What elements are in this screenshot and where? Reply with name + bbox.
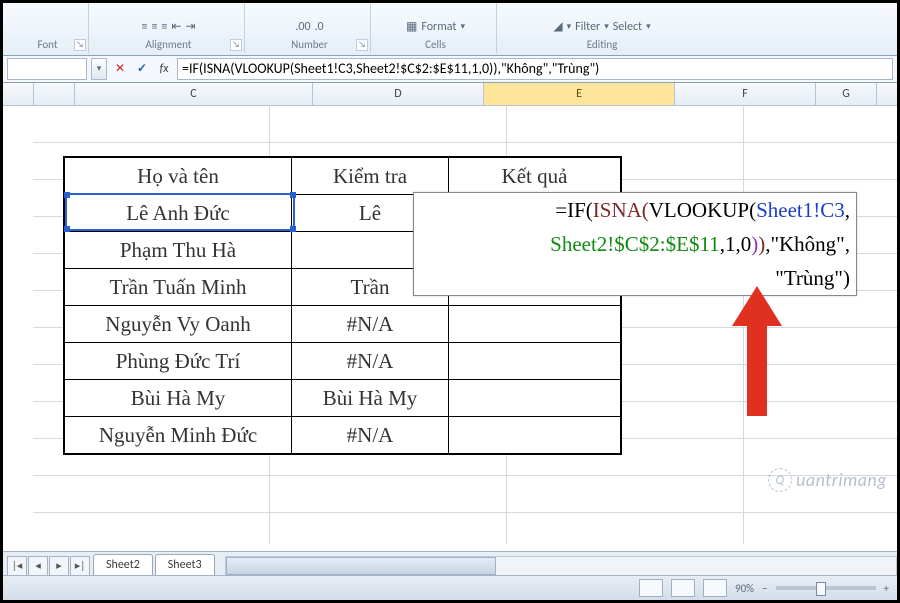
formula-text: ,1,0: [720, 232, 752, 256]
ribbon-group-alignment: ≡ ≡ ≡ ⇤ ⇥ Alignment ↘: [95, 3, 245, 53]
cell[interactable]: #N/A: [292, 306, 449, 343]
formula-text: ,"Không",: [765, 232, 850, 256]
chevron-down-icon[interactable]: ▾: [460, 19, 465, 34]
formula-text: ,: [845, 198, 850, 222]
col-hdr-f[interactable]: F: [675, 83, 816, 105]
cell-editing-overlay[interactable]: =IF(ISNA(VLOOKUP(Sheet1!C3, Sheet2!$C$2:…: [413, 192, 857, 296]
cell[interactable]: #N/A: [292, 343, 449, 380]
ribbon-group-number: .00 .0 Number ↘: [251, 3, 371, 53]
ribbon: Font ↘ ≡ ≡ ≡ ⇤ ⇥ Alignment ↘ .00 .0 Numb…: [3, 3, 897, 56]
group-label: Alignment: [103, 38, 234, 53]
cell[interactable]: Trần Tuấn Minh: [64, 269, 292, 306]
group-label: Editing: [511, 38, 693, 53]
ribbon-group-font: Font ↘: [9, 3, 89, 53]
clear-icon[interactable]: ◢: [553, 19, 562, 34]
filter-menu[interactable]: Filter: [575, 19, 600, 34]
formula-text: ): [843, 266, 850, 290]
formula-text: VLOOKUP(: [649, 198, 756, 222]
group-label: Number: [259, 38, 360, 53]
col-hdr-c[interactable]: C: [75, 83, 313, 105]
group-label: Cells: [385, 38, 486, 53]
tab-nav-first[interactable]: |◂: [7, 556, 27, 576]
formula-bar: ▾ ✕ ✓ fx =IF(ISNA(VLOOKUP(Sheet1!C3,Shee…: [3, 56, 897, 83]
cancel-icon[interactable]: ✕: [111, 60, 129, 78]
tab-nav-prev[interactable]: ◂: [28, 556, 48, 576]
tab-nav-last[interactable]: ▸|: [70, 556, 90, 576]
select-all-button[interactable]: [3, 83, 34, 105]
indent-left-icon[interactable]: ⇤: [171, 19, 181, 34]
formula-text: Sheet1!C3: [756, 198, 845, 222]
name-box[interactable]: [7, 58, 87, 80]
spreadsheet-grid[interactable]: Họ và tên Kiểm tra Kết quả Lê Anh Đức Lê…: [3, 106, 897, 544]
ribbon-group-cells: ▦ Format ▾ Cells: [377, 3, 497, 53]
enter-icon[interactable]: ✓: [133, 60, 151, 78]
table-header-row: Họ và tên Kiểm tra Kết quả: [64, 157, 621, 195]
cell[interactable]: Nguyễn Minh Đức: [64, 417, 292, 455]
cell[interactable]: [449, 306, 622, 343]
zoom-slider[interactable]: [776, 586, 876, 590]
align-center-icon[interactable]: ≡: [151, 19, 157, 34]
formula-text: ISNA(: [593, 198, 649, 222]
col-hdr-e[interactable]: E: [484, 83, 675, 105]
column-headers: C D E F G: [3, 83, 897, 106]
page-layout-view-button[interactable]: [671, 579, 695, 597]
sheet-tab[interactable]: Sheet2: [93, 554, 153, 577]
format-menu[interactable]: Format: [421, 19, 456, 34]
cell[interactable]: Bùi Hà My: [64, 380, 292, 417]
fx-icon[interactable]: fx: [155, 60, 173, 78]
cell[interactable]: [449, 380, 622, 417]
select-menu[interactable]: Select: [613, 19, 642, 34]
dialog-launcher-icon[interactable]: ↘: [230, 39, 242, 51]
chevron-down-icon[interactable]: ▾: [567, 19, 572, 34]
status-bar: 90% − +: [3, 575, 897, 600]
table-row: Phùng Đức Trí #N/A: [64, 343, 621, 380]
table-row: Nguyễn Vy Oanh #N/A: [64, 306, 621, 343]
cell[interactable]: Lê Anh Đức: [64, 195, 292, 232]
horizontal-scrollbar[interactable]: [225, 556, 897, 576]
normal-view-button[interactable]: [639, 579, 663, 597]
header-D[interactable]: Kiểm tra: [292, 157, 449, 195]
name-box-dropdown[interactable]: ▾: [91, 58, 107, 80]
decimal-dec-icon[interactable]: .0: [315, 20, 324, 34]
cell[interactable]: Bùi Hà My: [292, 380, 449, 417]
cell[interactable]: Phùng Đức Trí: [64, 343, 292, 380]
indent-right-icon[interactable]: ⇥: [185, 19, 195, 34]
zoom-out-button[interactable]: −: [762, 582, 767, 595]
table-row: Nguyễn Minh Đức #N/A: [64, 417, 621, 455]
header-E[interactable]: Kết quả: [449, 157, 622, 195]
align-right-icon[interactable]: ≡: [161, 19, 167, 34]
zoom-label: 90%: [735, 582, 754, 595]
format-icon[interactable]: ▦: [406, 19, 417, 34]
col-hdr-g[interactable]: G: [816, 83, 877, 105]
sheet-tab-bar: |◂ ◂ ▸ ▸| Sheet2 Sheet3: [3, 551, 897, 576]
cell[interactable]: Nguyễn Vy Oanh: [64, 306, 292, 343]
col-hdr-d[interactable]: D: [313, 83, 484, 105]
decimal-inc-icon[interactable]: .00: [295, 20, 310, 34]
dialog-launcher-icon[interactable]: ↘: [356, 39, 368, 51]
chevron-down-icon[interactable]: ▾: [604, 19, 609, 34]
dialog-launcher-icon[interactable]: ↘: [74, 39, 86, 51]
col-hdr-b[interactable]: [34, 83, 75, 105]
tab-nav-next[interactable]: ▸: [49, 556, 69, 576]
align-left-icon[interactable]: ≡: [141, 19, 147, 34]
table-row: Bùi Hà My Bùi Hà My: [64, 380, 621, 417]
group-label: Font: [17, 38, 78, 53]
ribbon-group-editing: ◢▾ Filter▾ Select▾ Editing: [503, 3, 703, 53]
cell[interactable]: [449, 417, 622, 455]
formula-text: =IF(: [555, 198, 593, 222]
sheet-tab[interactable]: Sheet3: [155, 554, 215, 577]
cell[interactable]: Phạm Thu Hà: [64, 232, 292, 269]
cell[interactable]: [449, 343, 622, 380]
header-C[interactable]: Họ và tên: [64, 157, 292, 195]
chevron-down-icon[interactable]: ▾: [646, 19, 651, 34]
zoom-in-button[interactable]: +: [884, 582, 889, 595]
formula-input[interactable]: =IF(ISNA(VLOOKUP(Sheet1!C3,Sheet2!$C$2:$…: [177, 58, 893, 80]
cell[interactable]: #N/A: [292, 417, 449, 455]
page-break-view-button[interactable]: [703, 579, 727, 597]
formula-text: Sheet2!$C$2:$E$11: [550, 232, 720, 256]
formula-text: "Trùng": [775, 266, 843, 290]
